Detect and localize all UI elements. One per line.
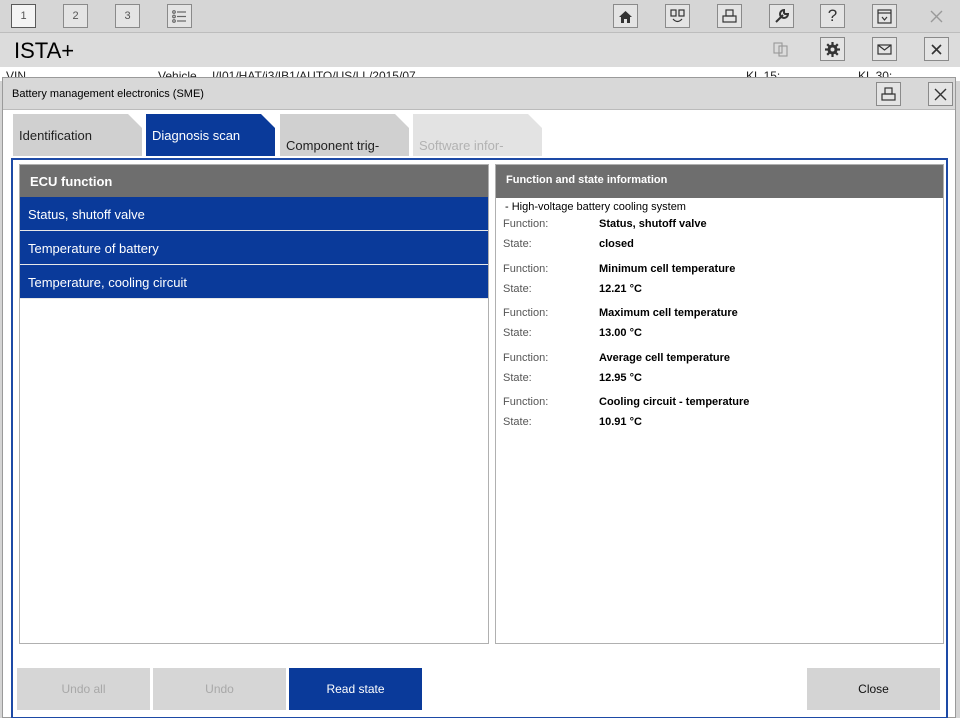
close-icon (930, 10, 943, 22)
download-button[interactable] (872, 4, 897, 28)
copy-icon (773, 41, 788, 57)
tab-component-triggering[interactable]: Component trig- gering (280, 114, 409, 156)
session-tab-label: 1 (20, 10, 27, 22)
tab-diagnosis-scan[interactable]: Diagnosis scan (146, 114, 275, 156)
app-close-button[interactable] (924, 4, 949, 28)
ecu-item-status-shutoff-valve[interactable]: Status, shutoff valve (20, 197, 488, 231)
copy-button[interactable] (768, 37, 793, 61)
state-value: 13.00 °C (599, 327, 642, 339)
print-icon (722, 8, 737, 23)
dialog-header: Battery management electronics (SME) (3, 78, 955, 110)
content-frame: ECU function Status, shutoff valve Tempe… (11, 158, 948, 718)
app-titlebar: ISTA+ (0, 33, 960, 67)
undo-all-button[interactable]: Undo all (17, 668, 150, 710)
app-title: ISTA+ (14, 38, 75, 63)
dialog-close-button[interactable] (928, 82, 953, 106)
session-tab-2[interactable]: 2 (63, 4, 88, 28)
compare-icon (670, 8, 685, 22)
help-button[interactable]: ? (820, 4, 845, 28)
function-value: Average cell temperature (599, 352, 731, 364)
mail-icon (877, 43, 892, 55)
undo-button[interactable]: Undo (153, 668, 286, 710)
state-info-panel: Function and state information - High-vo… (495, 164, 944, 644)
ecu-item-temperature-cooling-circuit[interactable]: Temperature, cooling circuit (20, 265, 488, 299)
state-label: State: (503, 238, 532, 250)
top-toolbar: 1 2 3 ? (0, 0, 960, 33)
print-icon (881, 86, 896, 101)
state-value: 10.91 °C (599, 416, 642, 428)
function-label: Function: (503, 396, 549, 408)
tab-label: Diagnosis scan (152, 128, 241, 143)
state-label: State: (503, 372, 532, 384)
home-button[interactable] (613, 4, 638, 28)
close-session-button[interactable] (924, 37, 949, 61)
wrench-icon (775, 8, 790, 23)
state-info-header: Function and state information (496, 165, 943, 198)
ecu-function-panel: ECU function Status, shutoff valve Tempe… (19, 164, 489, 644)
tab-identification[interactable]: Identification (13, 114, 142, 156)
function-value: Maximum cell temperature (599, 307, 738, 319)
function-label: Function: (503, 218, 549, 230)
home-icon (619, 10, 632, 23)
state-label: State: (503, 327, 532, 339)
state-value: 12.21 °C (599, 283, 642, 295)
function-label: Function: (503, 352, 549, 364)
compare-button[interactable] (665, 4, 690, 28)
session-tab-label: 3 (124, 10, 131, 22)
state-label: State: (503, 283, 532, 295)
dialog-title: Battery management electronics (SME) (12, 88, 204, 100)
settings-button[interactable] (820, 37, 845, 61)
gear-icon (825, 41, 840, 57)
function-value: Status, shutoff valve (599, 218, 707, 230)
dialog-print-button[interactable] (876, 82, 901, 106)
session-tab-1[interactable]: 1 (11, 4, 36, 28)
function-value: Cooling circuit - temperature (599, 396, 750, 408)
close-button[interactable]: Close (807, 668, 940, 710)
close-icon (934, 88, 947, 100)
download-icon (877, 8, 892, 24)
function-label: Function: (503, 307, 549, 319)
state-value: 12.95 °C (599, 372, 642, 384)
function-label: Function: (503, 263, 549, 275)
list-icon (172, 9, 186, 23)
ecu-item-temperature-battery[interactable]: Temperature of battery (20, 231, 488, 265)
session-tab-label: 2 (72, 10, 79, 22)
help-icon: ? (827, 6, 838, 25)
group-title: - High-voltage battery cooling system (505, 201, 686, 213)
wrench-button[interactable] (769, 4, 794, 28)
tab-software-information: Software infor- mation (413, 114, 542, 156)
ecu-function-header: ECU function (20, 165, 488, 197)
list-button[interactable] (167, 4, 192, 28)
state-label: State: (503, 416, 532, 428)
tab-label: Identification (19, 128, 92, 143)
function-value: Minimum cell temperature (599, 263, 736, 275)
ecu-dialog: Battery management electronics (SME) Ide… (2, 77, 956, 718)
read-state-button[interactable]: Read state (289, 668, 422, 710)
close-icon (931, 43, 942, 55)
mail-button[interactable] (872, 37, 897, 61)
session-tab-3[interactable]: 3 (115, 4, 140, 28)
state-value: closed (599, 238, 634, 250)
print-button[interactable] (717, 4, 742, 28)
